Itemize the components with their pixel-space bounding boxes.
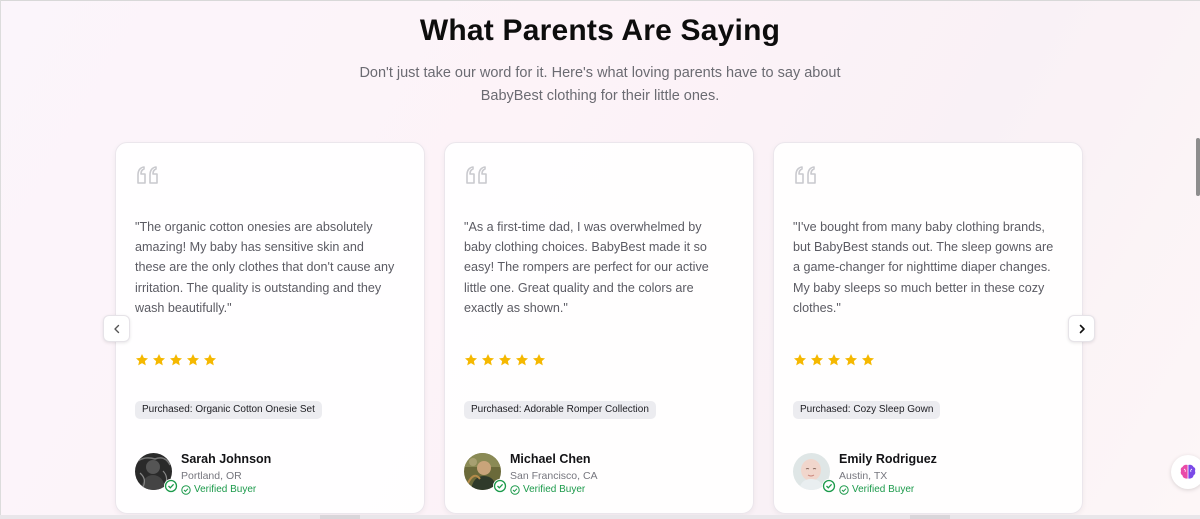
star-icon — [169, 354, 183, 366]
check-circle-icon — [181, 484, 191, 495]
check-circle-icon — [493, 479, 507, 493]
star-rating — [793, 353, 875, 367]
reviewer-name: Emily Rodriguez — [839, 452, 937, 466]
testimonial-quote: "As a first-time dad, I was overwhelmed … — [464, 220, 709, 315]
reviewer-name: Michael Chen — [510, 452, 591, 466]
verified-label: Verified Buyer — [852, 484, 915, 495]
quote-icon — [137, 166, 158, 184]
star-icon — [827, 354, 841, 366]
carousel-next-button[interactable] — [1068, 315, 1095, 342]
testimonial-quote: "The organic cotton onesies are absolute… — [135, 220, 395, 315]
testimonial-card-3: "I've bought from many baby clothing bra… — [773, 142, 1083, 514]
star-icon — [498, 354, 512, 366]
product-tag: Purchased: Cozy Sleep Gown — [793, 401, 941, 419]
product-tag: Purchased: Adorable Romper Collection — [464, 401, 656, 419]
testimonial-card-2: "As a first-time dad, I was overwhelmed … — [444, 142, 754, 514]
star-icon — [135, 354, 149, 366]
chevron-left-icon — [113, 324, 119, 333]
bottom-scroll-track — [0, 515, 1200, 519]
star-rating — [464, 353, 546, 367]
avatar — [135, 453, 178, 493]
verified-label: Verified Buyer — [194, 484, 257, 495]
window-left-border — [0, 0, 1, 519]
star-icon — [861, 354, 875, 366]
avatar — [464, 453, 507, 493]
star-icon — [186, 354, 200, 366]
testimonial-card-1: "The organic cotton onesies are absolute… — [115, 142, 425, 514]
avatar — [793, 453, 836, 493]
reviewer-location: Portland, OR — [181, 470, 242, 482]
verified-badge: Verified Buyer — [181, 484, 256, 495]
product-tag: Purchased: Organic Cotton Onesie Set — [135, 401, 322, 419]
reviewer-location: San Francisco, CA — [510, 470, 598, 482]
star-icon — [464, 354, 478, 366]
subtitle-line-2: BabyBest clothing for their little ones. — [480, 88, 720, 104]
star-icon — [481, 354, 495, 366]
window-top-border — [0, 0, 1200, 1]
quote-icon — [466, 166, 487, 184]
star-icon — [515, 354, 529, 366]
star-icon — [152, 354, 166, 366]
assistant-bubble[interactable] — [1171, 455, 1200, 489]
reviewer-name: Sarah Johnson — [181, 452, 272, 466]
star-icon — [844, 354, 858, 366]
carousel-prev-button[interactable] — [103, 315, 130, 342]
section-subtitle: Don't just take our word for it. Here's … — [350, 62, 850, 108]
verified-badge: Verified Buyer — [510, 484, 585, 495]
check-circle-icon — [822, 479, 836, 493]
chevron-right-icon — [1079, 324, 1085, 333]
star-icon — [532, 354, 546, 366]
check-circle-icon — [164, 479, 178, 493]
star-icon — [203, 354, 217, 366]
verified-label: Verified Buyer — [523, 484, 586, 495]
quote-icon — [795, 166, 816, 184]
star-rating — [135, 353, 217, 367]
brain-icon — [1180, 464, 1196, 479]
testimonial-quote: "I've bought from many baby clothing bra… — [793, 220, 1054, 315]
scroll-track-segment — [320, 515, 360, 519]
star-icon — [810, 354, 824, 366]
reviewer-location: Austin, TX — [839, 470, 888, 482]
scrollbar-thumb[interactable] — [1196, 138, 1200, 196]
star-icon — [793, 354, 807, 366]
scroll-track-segment — [910, 515, 950, 519]
verified-badge: Verified Buyer — [839, 484, 914, 495]
check-circle-icon — [510, 484, 520, 495]
subtitle-line-1: Don't just take our word for it. Here's … — [359, 65, 841, 81]
check-circle-icon — [839, 484, 849, 495]
section-title: What Parents Are Saying — [419, 14, 781, 47]
